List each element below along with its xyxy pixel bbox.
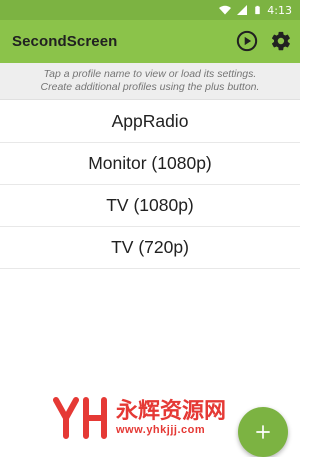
- app-bar-actions: [236, 30, 292, 52]
- play-icon[interactable]: [236, 30, 258, 52]
- profile-item-tv-720p[interactable]: TV (720p): [0, 227, 300, 269]
- hint-line-2: Create additional profiles using the plu…: [40, 81, 260, 93]
- watermark: 永辉资源网 www.yhkjjj.com: [52, 390, 226, 446]
- app-bar: SecondScreen: [0, 20, 300, 63]
- settings-icon[interactable]: [270, 30, 292, 52]
- watermark-logo: [53, 397, 107, 439]
- profile-item-tv-1080p[interactable]: TV (1080p): [0, 185, 300, 227]
- profile-list: AppRadio Monitor (1080p) TV (1080p) TV (…: [0, 101, 300, 269]
- watermark-brand: 永辉资源网: [116, 399, 227, 424]
- status-bar: 4:13: [0, 0, 300, 20]
- add-profile-button[interactable]: [238, 407, 288, 457]
- watermark-text: 永辉资源网 www.yhkjjj.com: [116, 399, 227, 437]
- hint-line-1: Tap a profile name to view or load its s…: [43, 68, 257, 80]
- app-title: SecondScreen: [12, 33, 118, 50]
- wifi-icon: [219, 5, 232, 15]
- battery-icon: [255, 5, 261, 15]
- profile-item-monitor-1080p[interactable]: Monitor (1080p): [0, 143, 300, 185]
- signal-icon: [237, 5, 248, 15]
- status-time: 4:13: [267, 3, 292, 17]
- add-icon: [256, 425, 270, 439]
- profile-item-appradio[interactable]: AppRadio: [0, 101, 300, 143]
- instructions-banner: Tap a profile name to view or load its s…: [0, 63, 300, 100]
- watermark-url: www.yhkjjj.com: [116, 424, 206, 436]
